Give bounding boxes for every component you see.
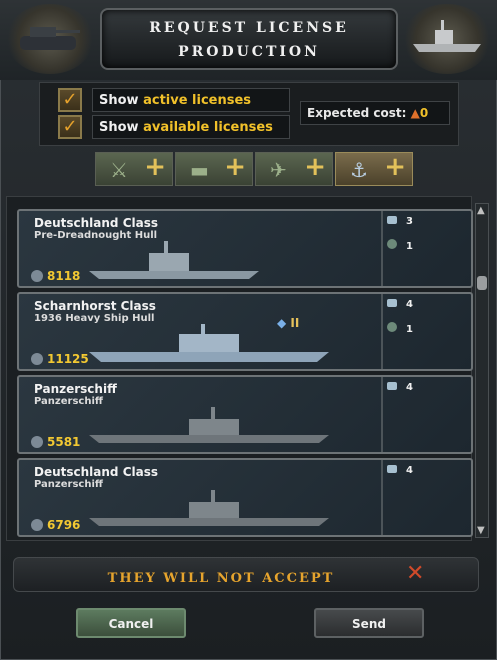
- chromium-value: 1: [406, 241, 413, 252]
- close-icon: ✕: [406, 561, 425, 586]
- license-price: 6796: [31, 518, 80, 532]
- tab-naval[interactable]: ⚓ +: [335, 152, 413, 186]
- active-licenses-checkbox[interactable]: ✓: [58, 88, 82, 112]
- expected-cost: Expected cost: ▲0: [300, 101, 450, 125]
- list-scrollbar[interactable]: [475, 203, 489, 538]
- infantry-icon: ⚔: [110, 158, 128, 182]
- license-price: 5581: [31, 435, 80, 449]
- ship-silhouette-icon: [89, 490, 329, 534]
- cost-value: 0: [419, 106, 429, 120]
- resource-divider: [381, 377, 383, 452]
- dialog-title: Request License: [149, 20, 349, 36]
- send-button[interactable]: Send: [314, 608, 424, 638]
- ship-silhouette-icon: [89, 407, 329, 451]
- cancel-button[interactable]: Cancel: [76, 608, 186, 638]
- tab-infantry[interactable]: ⚔ +: [95, 152, 173, 186]
- license-price: 11125: [31, 352, 89, 366]
- license-card[interactable]: Scharnhorst Class 1936 Heavy Ship Hull ◆…: [17, 292, 473, 371]
- label-highlight: active licenses: [143, 93, 252, 108]
- price-value: 11125: [47, 352, 89, 366]
- steel-requirement: 4: [387, 382, 413, 393]
- steel-icon: [387, 216, 397, 224]
- cost-icon: [31, 353, 43, 365]
- available-licenses-label[interactable]: Show available licenses: [92, 115, 290, 139]
- license-card[interactable]: Panzerschiff Panzerschiff 5581 4: [17, 375, 473, 454]
- steel-value: 3: [406, 216, 413, 227]
- dialog-subtitle: Production: [178, 44, 320, 60]
- price-value: 6796: [47, 518, 81, 532]
- steel-requirement: 3: [387, 216, 413, 227]
- tab-armor[interactable]: ▬ +: [175, 152, 253, 186]
- cost-label: Expected cost:: [307, 106, 407, 120]
- steel-requirement: 4: [387, 465, 413, 476]
- steel-icon: [387, 382, 397, 390]
- chromium-requirement: 1: [387, 239, 413, 252]
- scroll-thumb[interactable]: [477, 276, 487, 290]
- plus-icon: +: [224, 152, 246, 182]
- label-prefix: Show: [99, 120, 144, 135]
- steel-requirement: 4: [387, 299, 413, 310]
- chromium-icon: [387, 322, 397, 332]
- ship-name: Panzerschiff: [34, 382, 117, 396]
- price-value: 5581: [47, 435, 81, 449]
- ship-silhouette-icon: [89, 241, 259, 285]
- hull-type: Panzerschiff: [34, 479, 103, 490]
- ship-name: Scharnhorst Class: [34, 299, 156, 313]
- resource-divider: [381, 294, 383, 369]
- civ-factory-icon: ▲: [410, 106, 420, 120]
- price-value: 8118: [47, 269, 81, 283]
- status-text: They will NOT accept: [107, 571, 335, 586]
- ship-name: Deutschland Class: [34, 216, 159, 230]
- license-price: 8118: [31, 269, 80, 283]
- cost-icon: [31, 270, 43, 282]
- plane-icon: ✈: [270, 158, 287, 182]
- label-highlight: available licenses: [143, 120, 273, 135]
- acceptance-status: They will NOT accept ✕: [13, 557, 479, 592]
- resource-divider: [381, 211, 383, 286]
- plus-icon: +: [144, 152, 166, 182]
- hull-type: Pre-Dreadnought Hull: [34, 230, 158, 241]
- tank-emblem-icon: [6, 4, 94, 74]
- tank-icon: ▬: [190, 158, 209, 182]
- plus-icon: +: [384, 152, 406, 182]
- resource-divider: [381, 460, 383, 535]
- steel-value: 4: [406, 382, 413, 393]
- hull-type: 1936 Heavy Ship Hull: [34, 313, 155, 324]
- active-licenses-label[interactable]: Show active licenses: [92, 88, 290, 112]
- license-card[interactable]: Deutschland Class Panzerschiff 6796 4: [17, 458, 473, 537]
- cost-icon: [31, 519, 43, 531]
- ship-silhouette-icon: [89, 324, 329, 368]
- scroll-up-icon[interactable]: ▲: [477, 205, 485, 216]
- chromium-value: 1: [406, 324, 413, 335]
- hull-type: Panzerschiff: [34, 396, 103, 407]
- title-plate: [100, 8, 398, 70]
- tab-air[interactable]: ✈ +: [255, 152, 333, 186]
- steel-value: 4: [406, 299, 413, 310]
- steel-icon: [387, 299, 397, 307]
- ship-name: Deutschland Class: [34, 465, 159, 479]
- steel-icon: [387, 465, 397, 473]
- cost-icon: [31, 436, 43, 448]
- chromium-requirement: 1: [387, 322, 413, 335]
- license-list: Deutschland Class Pre-Dreadnought Hull 8…: [6, 196, 473, 541]
- license-card[interactable]: Deutschland Class Pre-Dreadnought Hull 8…: [17, 209, 473, 288]
- available-licenses-checkbox[interactable]: ✓: [58, 115, 82, 139]
- steel-value: 4: [406, 465, 413, 476]
- battleship-emblem-icon: [403, 4, 491, 74]
- plus-icon: +: [304, 152, 326, 182]
- chromium-icon: [387, 239, 397, 249]
- anchor-icon: ⚓: [350, 158, 368, 182]
- scroll-down-icon[interactable]: ▼: [477, 525, 485, 536]
- label-prefix: Show: [99, 93, 144, 108]
